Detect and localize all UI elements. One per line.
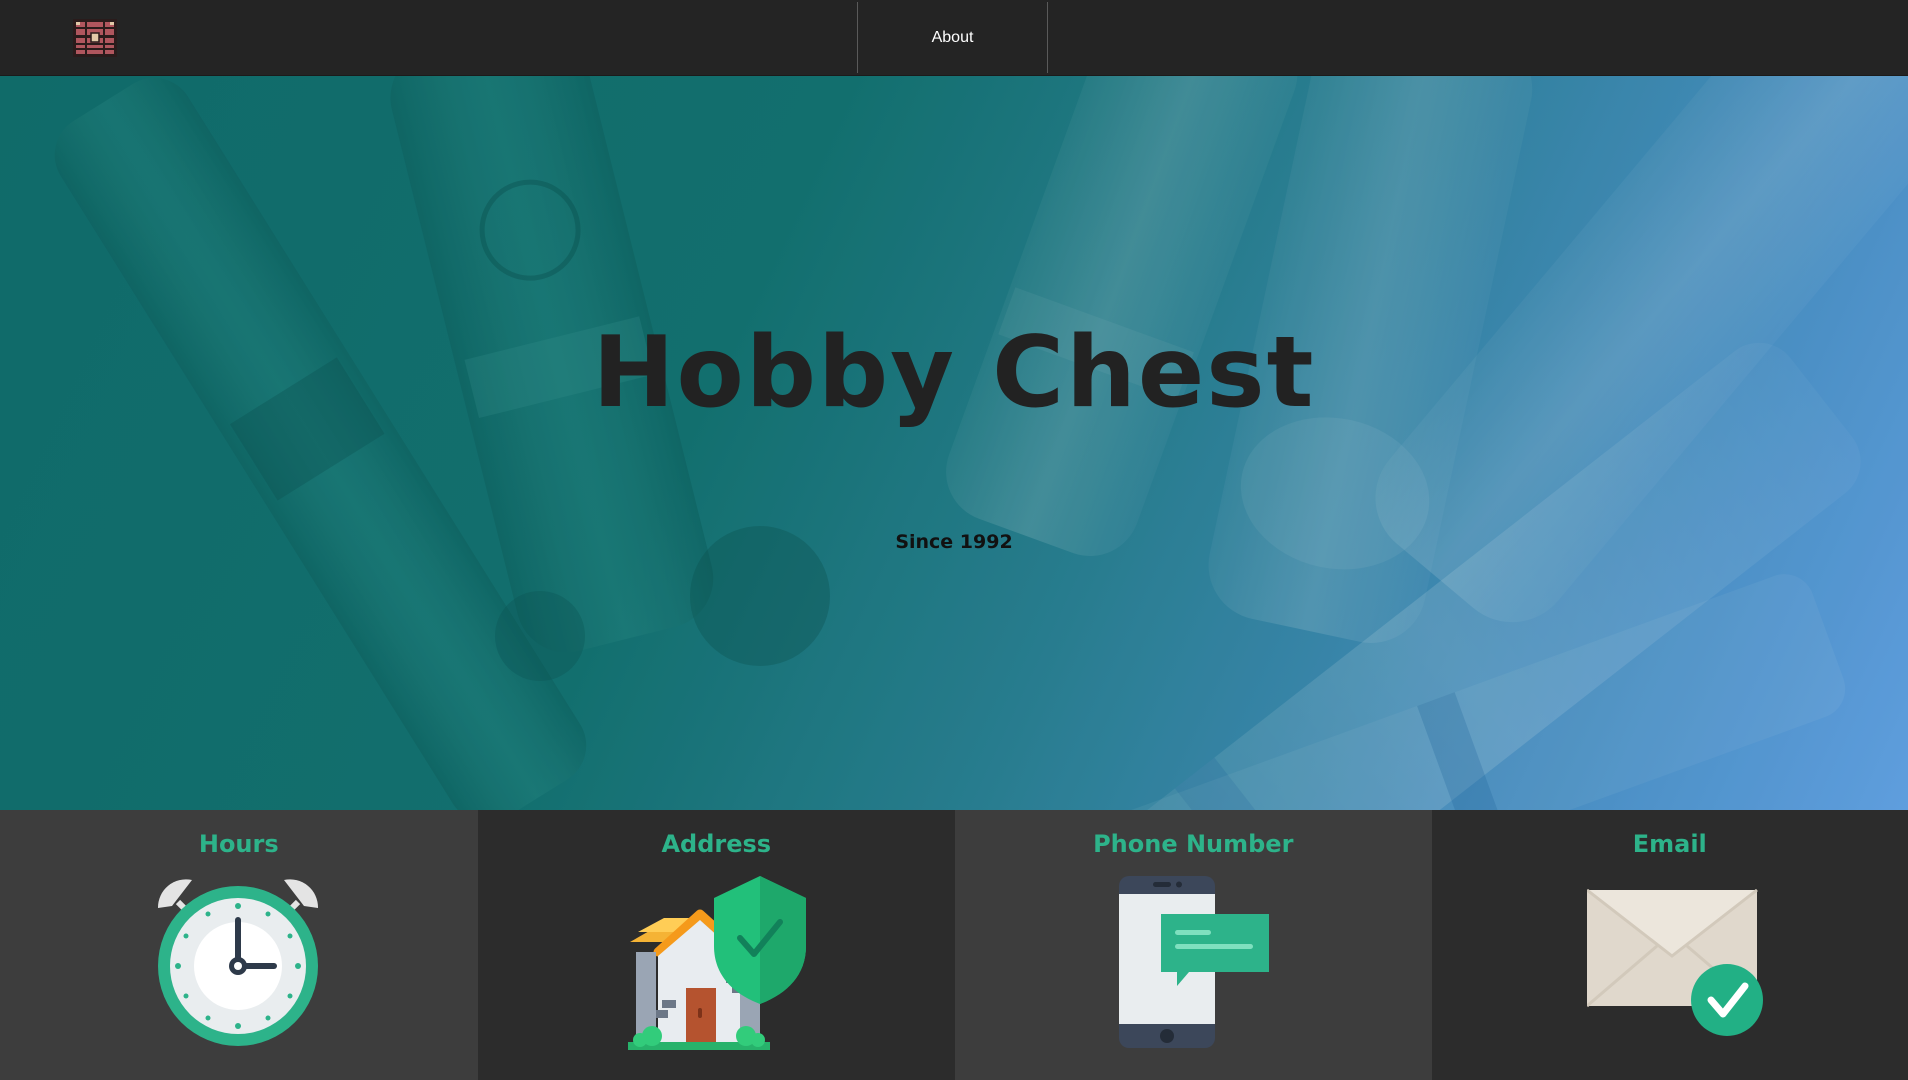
contact-info-row: Hours Address Phone Number Email [0, 810, 1908, 1080]
nav-about-link[interactable]: About [857, 2, 1048, 73]
address-card: Address [477, 810, 955, 1080]
email-title: Email [1632, 830, 1707, 858]
hero-subtitle: Since 1992 [895, 531, 1013, 553]
address-title: Address [661, 830, 772, 858]
house-shield-icon [627, 876, 808, 1056]
envelope-check-icon [1585, 876, 1767, 1056]
phone-card: Phone Number [955, 810, 1432, 1080]
paint-tubes-photo [0, 76, 1908, 810]
email-card: Email [1431, 810, 1908, 1080]
phone-title: Phone Number [1093, 830, 1294, 858]
hours-title: Hours [198, 830, 279, 858]
hours-card: Hours [0, 810, 478, 1080]
phone-message-icon [1117, 876, 1277, 1056]
hero-title: Hobby Chest [592, 316, 1316, 430]
top-navbar: About [0, 0, 1908, 76]
treasure-chest-icon[interactable] [72, 18, 118, 58]
hero-banner: Hobby Chest Since 1992 [0, 76, 1908, 810]
alarm-clock-icon [152, 876, 324, 1052]
